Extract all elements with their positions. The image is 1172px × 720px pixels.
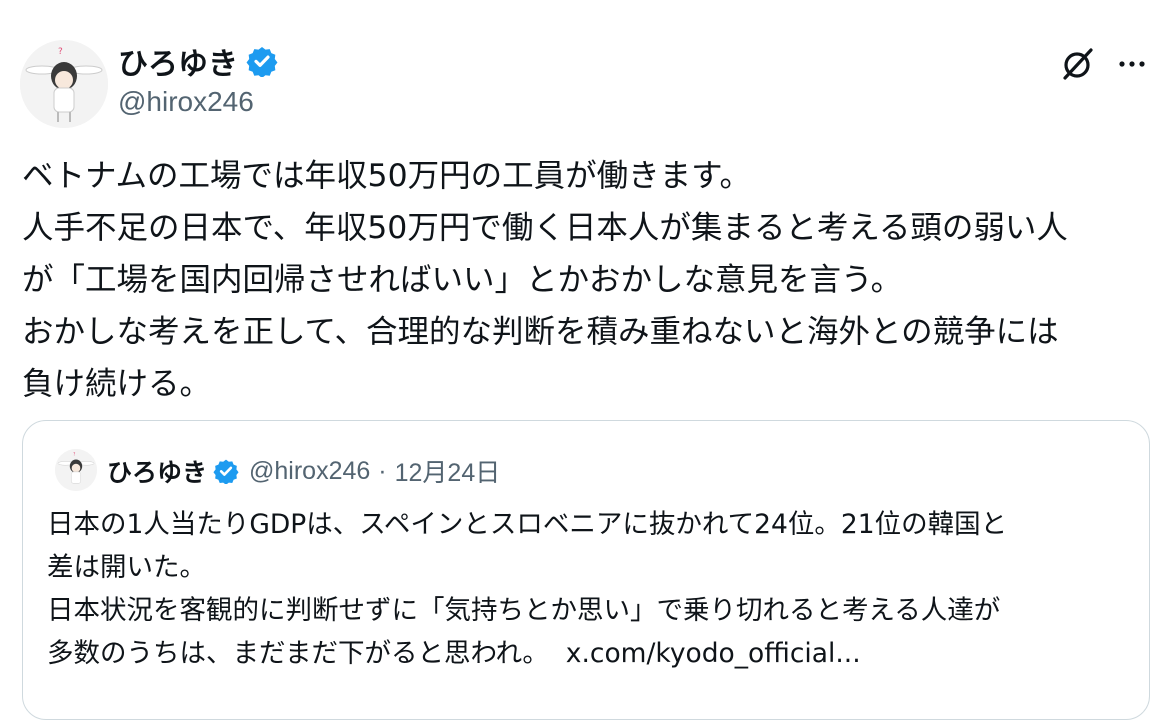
quoted-post[interactable]: ? ひろゆき @hirox246 · 12月24日 日本の1人当たりGDPは、ス… — [22, 420, 1150, 720]
quote-timestamp[interactable]: 12月24日 — [395, 453, 501, 489]
quote-line: 差は開いた。 — [47, 552, 206, 583]
quote-author-handle[interactable]: @hirox246 — [249, 457, 370, 486]
quote-avatar-illustration: ? — [55, 449, 97, 491]
post-text: ベトナムの工場では年収50万円の工員が働きます。 人手不足の日本で、年収50万円… — [22, 150, 1162, 410]
quote-line: 日本の1人当たりGDPは、スペインとスロベニアに抜かれて24位。21位の韓国と — [47, 509, 1008, 540]
avatar-illustration: ? — [20, 40, 108, 128]
author-handle[interactable]: @hirox246 — [118, 86, 254, 118]
more-options-button[interactable] — [1110, 44, 1154, 84]
svg-text:?: ? — [58, 47, 63, 57]
post-line: 負け続ける。 — [22, 366, 212, 402]
separator-dot: · — [378, 456, 387, 485]
quote-author-name[interactable]: ひろゆき — [107, 453, 207, 489]
quote-header: ひろゆき @hirox246 · 12月24日 — [107, 453, 500, 489]
author-name[interactable]: ひろゆき — [118, 39, 238, 83]
quote-line: 多数のうちは、まだまだ下がると思われ。 x.com/kyodo_official… — [47, 632, 1137, 675]
svg-text:?: ? — [73, 452, 75, 458]
grok-button[interactable] — [1058, 44, 1098, 84]
quote-link[interactable]: x.com/kyodo_official... — [566, 638, 861, 669]
quote-avatar[interactable]: ? — [55, 449, 97, 491]
quote-line: 日本状況を客観的に判断せずに「気持ちとか思い」で乗り切れると考える人達が — [47, 595, 1001, 626]
post-line: おかしな考えを正して、合理的な判断を積み重ねないと海外との競争には — [22, 314, 1059, 350]
verified-badge-icon[interactable] — [246, 45, 278, 77]
post-line: 人手不足の日本で、年収50万円で働く日本人が集まると考える頭の弱い人 — [22, 210, 1068, 246]
post-line: が「工場を国内回帰させればいい」とかおかしな意見を言う。 — [22, 262, 903, 298]
avatar[interactable]: ? — [20, 40, 108, 128]
more-dots-icon — [1119, 61, 1145, 67]
post-line: ベトナムの工場では年収50万円の工員が働きます。 — [22, 158, 751, 194]
verified-badge-icon[interactable] — [213, 458, 239, 484]
grok-icon — [1063, 48, 1093, 80]
quote-line-text: 多数のうちは、まだまだ下がると思われ。 — [47, 638, 549, 669]
author-name-row: ひろゆき — [118, 38, 278, 84]
quote-text: 日本の1人当たりGDPは、スペインとスロベニアに抜かれて24位。21位の韓国と … — [47, 503, 1137, 675]
